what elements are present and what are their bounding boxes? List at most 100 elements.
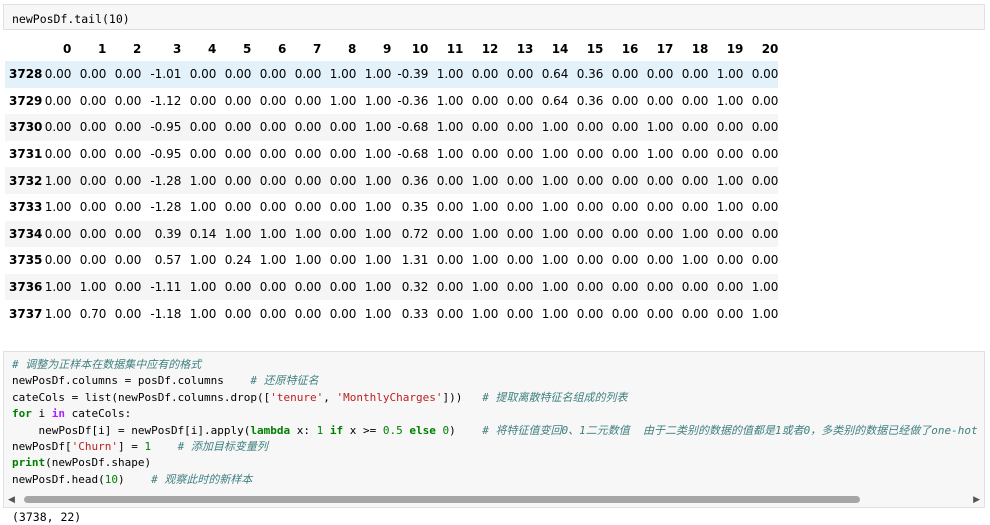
table-cell: 0.39 (154, 226, 182, 241)
table-cell: 0.00 (79, 147, 107, 162)
table-cell: 0.00 (259, 147, 287, 162)
table-cell: 0.00 (751, 93, 779, 108)
table-cell: 1.00 (189, 280, 217, 295)
table-cell: 0.00 (259, 306, 287, 321)
row-index: 3736 (9, 280, 43, 295)
column-header: 15 (586, 42, 604, 56)
table-cell: -0.95 (150, 147, 182, 162)
column-header: 5 (243, 42, 252, 56)
table-cell: 0.00 (436, 200, 464, 215)
table-cell: 0.57 (154, 253, 182, 268)
table-cell: 0.00 (751, 147, 779, 162)
table-cell: 0.00 (189, 93, 217, 108)
table-cell: 0.00 (436, 173, 464, 188)
table-cell: 0.00 (79, 93, 107, 108)
dataframe-table: 0 1 2 3 4 5 6 7 8 9 10 11 12 13 14 15 16 17 18 19 20 3728 0.0… (5, 37, 779, 327)
code-text: newPosDf.head( (12, 472, 105, 486)
column-header: 3 (173, 42, 182, 56)
keyword: for (12, 407, 32, 421)
horizontal-scrollbar[interactable]: ◀ ▶ (4, 492, 984, 507)
table-cell: 0.00 (506, 147, 534, 162)
table-cell: 1.00 (471, 306, 499, 321)
column-header: 12 (481, 42, 499, 56)
table-cell: 0.00 (646, 226, 674, 241)
table-cell: 1.00 (436, 67, 464, 82)
table-cell: 1.00 (364, 120, 392, 135)
code-block: # 调整为正样本在数据集中应有的格式 newPosDf.columns = po… (4, 352, 984, 488)
table-cell: 0.00 (329, 120, 357, 135)
table-cell: 0.00 (646, 173, 674, 188)
row-index: 3731 (9, 147, 43, 162)
code-text: ) (117, 472, 125, 486)
table-cell: 1.00 (471, 226, 499, 241)
builtin: print (12, 456, 46, 470)
table-row: 3731 0.00 0.00 0.00 -0.95 0.00 0.00 0.00 0.00 0.0… (5, 141, 778, 168)
table-cell: 0.00 (646, 67, 674, 82)
table-cell: 0.00 (224, 173, 252, 188)
comment: # 观察此时的新样本 (151, 472, 253, 486)
table-cell: 0.00 (224, 306, 252, 321)
table-cell: 0.00 (576, 173, 604, 188)
table-cell: 0.00 (44, 226, 72, 241)
code-text: ) (449, 423, 456, 437)
keyword: else (409, 423, 436, 437)
table-cell: 0.00 (329, 173, 357, 188)
table-cell: 0.00 (646, 306, 674, 321)
scroll-right-icon[interactable]: ▶ (973, 494, 980, 504)
table-cell: 0.00 (189, 67, 217, 82)
table-cell: -1.12 (150, 93, 182, 108)
table-cell: 1.00 (364, 253, 392, 268)
table-cell: 0.00 (681, 200, 709, 215)
table-cell: 0.00 (259, 67, 287, 82)
table-cell: 0.00 (506, 306, 534, 321)
scroll-left-icon[interactable]: ◀ (8, 494, 15, 504)
scroll-thumb[interactable] (24, 496, 860, 503)
number: 10 (104, 472, 118, 486)
table-cell: -0.36 (397, 93, 429, 108)
table-cell: 0.00 (294, 280, 322, 295)
table-cell: 1.00 (364, 93, 392, 108)
table-body: 3728 0.00 0.00 0.00 -1.01 0.00 0.00 0.00 0.00 1.0… (5, 61, 779, 327)
table-cell: 1.00 (364, 226, 392, 241)
table-cell: 0.00 (329, 306, 357, 321)
table-cell: 0.00 (436, 253, 464, 268)
code-tail: newPosDf.tail(10) (12, 12, 130, 26)
table-cell: 0.00 (294, 147, 322, 162)
table-cell: 0.00 (576, 280, 604, 295)
table-cell: 0.00 (506, 173, 534, 188)
table-cell: 0.00 (44, 93, 72, 108)
table-row: 3729 0.00 0.00 0.00 -1.12 0.00 0.00 0.00 0.00 1.0… (5, 88, 778, 115)
table-cell: 0.00 (611, 173, 639, 188)
table-cell: -0.95 (150, 120, 182, 135)
table-cell: 1.00 (364, 67, 392, 82)
table-cell: 0.00 (44, 147, 72, 162)
column-header: 6 (278, 42, 287, 56)
code-text: x: (290, 423, 317, 437)
table-cell: 0.00 (611, 67, 639, 82)
cell-input-code[interactable]: # 调整为正样本在数据集中应有的格式 newPosDf.columns = po… (3, 351, 985, 508)
cell-output: (3738, 22) (12, 510, 82, 524)
table-cell: 0.00 (114, 306, 142, 321)
table-cell: 0.00 (646, 253, 674, 268)
string: 'tenure' (270, 390, 324, 404)
table-cell: -1.28 (150, 173, 182, 188)
keyword: lambda (250, 423, 291, 437)
table-cell: 1.00 (294, 253, 322, 268)
table-cell: 0.00 (224, 67, 252, 82)
comment: # 将特征值变回0、1二元数值 由于二类别的数据的值都是1或者0，多类别的数据已… (482, 423, 978, 437)
row-index: 3730 (9, 120, 43, 135)
table-cell: 1.00 (716, 173, 744, 188)
string: 'MonthlyCharges' (336, 390, 443, 404)
table-cell: 1.00 (471, 173, 499, 188)
table-cell: 0.70 (79, 306, 107, 321)
table-cell: 0.00 (224, 147, 252, 162)
table-cell: 1.00 (716, 67, 744, 82)
table-cell: 1.00 (189, 200, 217, 215)
table-cell: 0.64 (541, 67, 569, 82)
cell-input-tail[interactable]: newPosDf.tail(10) (3, 4, 985, 30)
code-text: newPosDf[ (12, 440, 72, 454)
table-cell: -1.01 (150, 67, 182, 82)
table-cell: 1.00 (541, 173, 569, 188)
table-cell: 0.00 (576, 226, 604, 241)
table-cell: 0.00 (471, 147, 499, 162)
